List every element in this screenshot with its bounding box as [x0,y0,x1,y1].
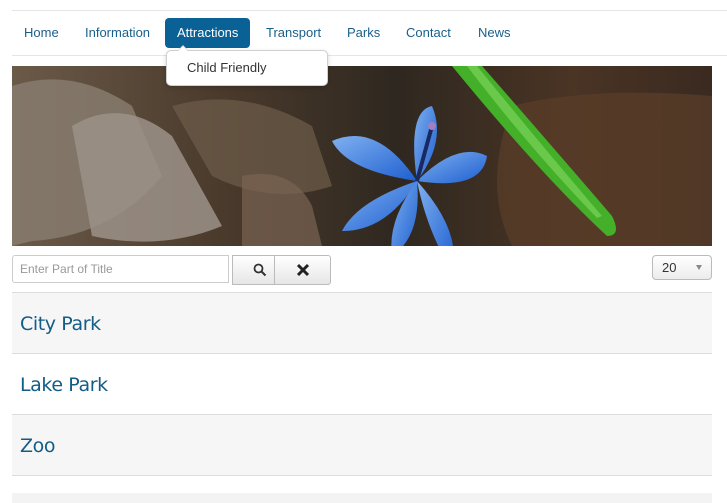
footer-strip [12,493,712,503]
nav-item-transport[interactable]: Transport [254,18,333,48]
display-limit-select[interactable]: 20 [652,255,712,280]
caret-down-icon [696,265,702,270]
article-title-link[interactable]: City Park [20,313,101,335]
search-icon [253,263,266,277]
nav-item-news[interactable]: News [466,18,523,48]
clear-button[interactable] [274,255,331,285]
list-item: Lake Park [12,353,712,414]
article-title-link[interactable]: Lake Park [20,374,108,396]
dropdown-item-child-friendly[interactable]: Child Friendly [187,60,266,75]
list-item: City Park [12,292,712,353]
nav-item-home[interactable]: Home [12,18,71,48]
attractions-dropdown-menu: Child Friendly [166,45,328,86]
limit-value: 20 [662,260,677,275]
article-title-link[interactable]: Zoo [20,435,55,457]
nav-item-attractions[interactable]: Attractions [165,18,251,48]
nav-item-parks[interactable]: Parks [335,18,392,48]
nav-item-contact[interactable]: Contact [394,18,463,48]
main-menu: Home Information Attractions Transport P… [12,17,727,56]
nav-item-information[interactable]: Information [73,18,162,48]
banner-image [12,66,712,246]
article-list: City Park Lake Park Zoo [12,292,712,476]
top-divider [12,10,727,11]
filter-search-input[interactable] [12,255,229,283]
flower-photo [12,66,712,246]
close-icon [296,263,309,277]
list-item: Zoo [12,414,712,476]
